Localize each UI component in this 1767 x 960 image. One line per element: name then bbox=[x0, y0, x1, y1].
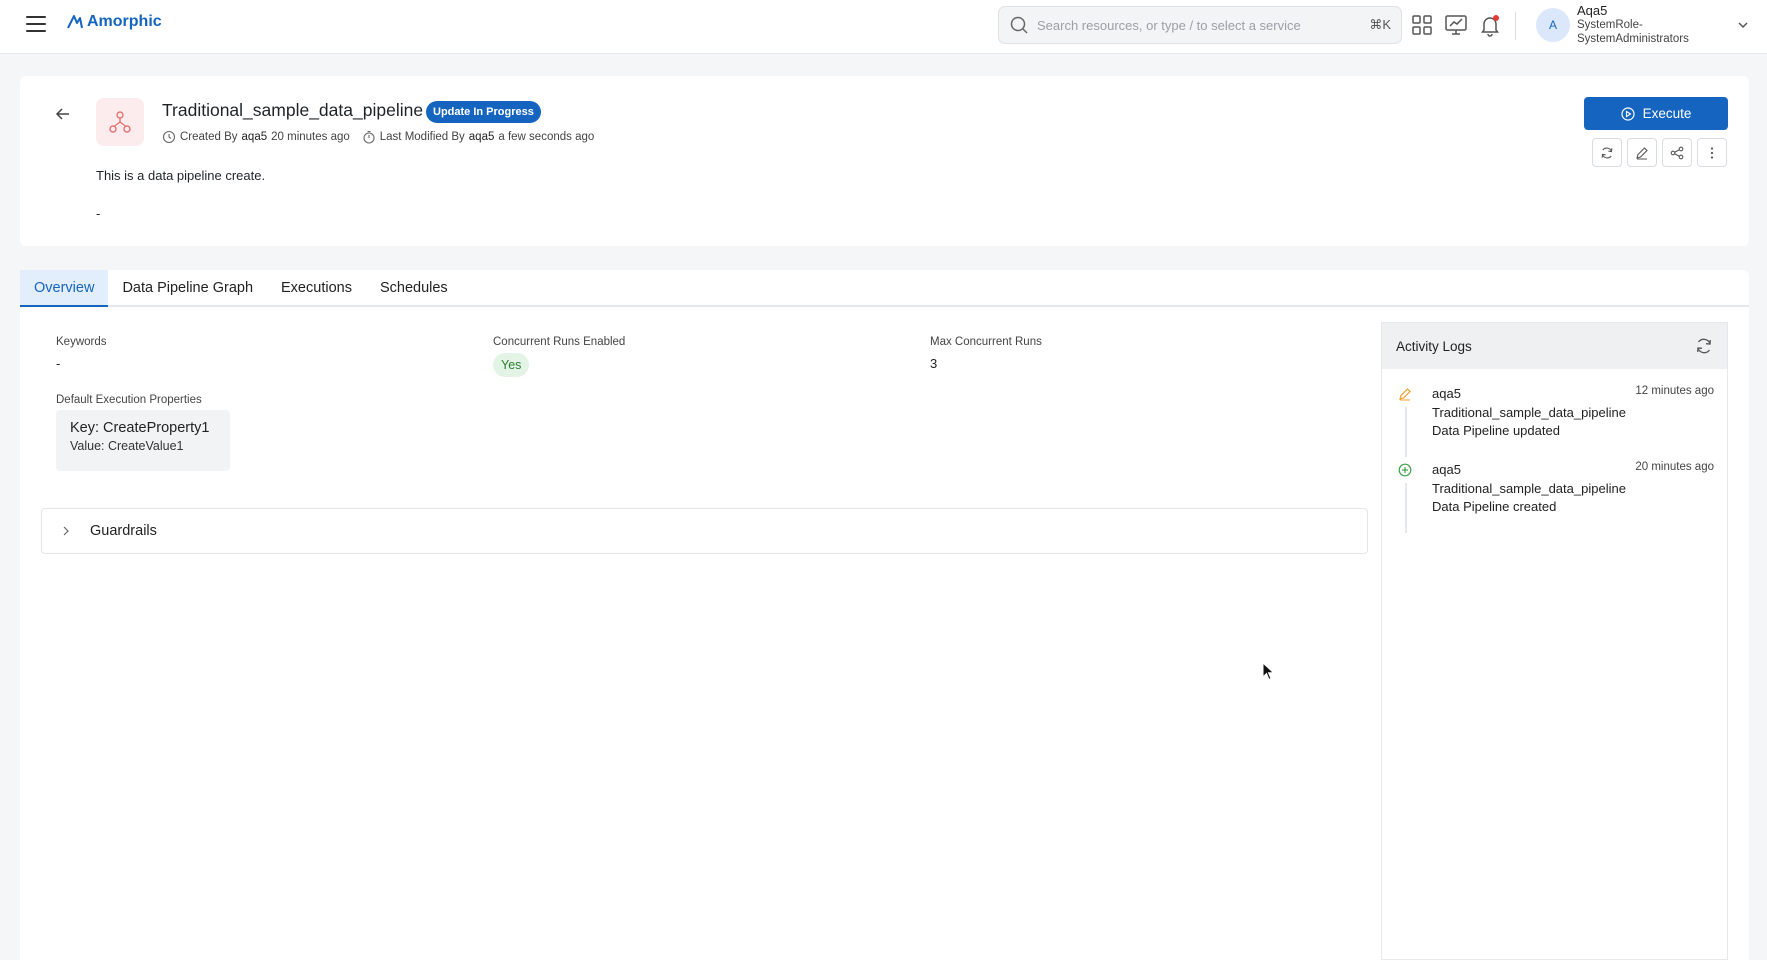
chevron-down-icon[interactable] bbox=[1736, 18, 1750, 32]
clock-icon bbox=[162, 130, 176, 144]
concurrent-runs-value: Yes bbox=[493, 353, 530, 377]
monitor-chart-icon[interactable] bbox=[1444, 13, 1468, 37]
property-value: Value: CreateValue1 bbox=[70, 439, 184, 453]
user-role: SystemRole-SystemAdministrators bbox=[1577, 19, 1689, 45]
max-concurrent-runs-value: 3 bbox=[930, 356, 938, 371]
property-key: Key: CreateProperty1 bbox=[70, 420, 210, 436]
pipeline-header-card: Traditional_sample_data_pipeline Update … bbox=[20, 76, 1749, 246]
keywords-label: Keywords bbox=[56, 336, 107, 348]
status-badge: Update In Progress bbox=[426, 101, 541, 123]
search-input[interactable] bbox=[1037, 17, 1370, 33]
activity-logs-header: Activity Logs bbox=[1382, 323, 1727, 369]
max-concurrent-runs-label: Max Concurrent Runs bbox=[930, 336, 1042, 348]
back-arrow-icon[interactable] bbox=[53, 104, 73, 124]
activity-logs-title: Activity Logs bbox=[1396, 338, 1472, 354]
log-user: aqa5 bbox=[1432, 462, 1461, 477]
more-options-button[interactable] bbox=[1697, 138, 1727, 167]
modified-by-label: Last Modified By bbox=[379, 131, 465, 143]
chevron-right-icon bbox=[63, 526, 69, 536]
log-action: Data Pipeline created bbox=[1432, 499, 1557, 514]
modified-time: a few seconds ago bbox=[498, 131, 595, 143]
share-button[interactable] bbox=[1662, 138, 1692, 167]
divider bbox=[1515, 12, 1516, 40]
user-name: Aqa5 bbox=[1577, 3, 1608, 18]
concurrent-runs-label: Concurrent Runs Enabled bbox=[493, 336, 626, 348]
brand-logo[interactable]: Amorphic bbox=[66, 13, 162, 31]
guardrails-accordion[interactable]: Guardrails bbox=[41, 508, 1368, 554]
tab-overview[interactable]: Overview bbox=[20, 270, 109, 307]
execution-property-card: Key: CreateProperty1 Value: CreateValue1 bbox=[56, 410, 230, 471]
share-icon bbox=[1670, 146, 1684, 159]
more-vertical-icon bbox=[1710, 146, 1714, 159]
created-time: 20 minutes ago bbox=[271, 131, 350, 143]
brand-mark-icon bbox=[67, 15, 83, 29]
user-info[interactable]: Aqa5 SystemRole-SystemAdministrators bbox=[1577, 4, 1697, 46]
edit-button[interactable] bbox=[1627, 138, 1657, 167]
top-navigation-bar: Amorphic ⌘K A Aqa5 SystemRole-SystemAdmi… bbox=[0, 0, 1767, 54]
log-action: Data Pipeline updated bbox=[1432, 423, 1560, 438]
activity-logs-panel: Activity Logs aqa5 Traditional_sample_da… bbox=[1381, 322, 1728, 960]
keywords-value: - bbox=[56, 356, 61, 371]
play-circle-icon bbox=[1621, 106, 1635, 121]
tab-data-pipeline-graph[interactable]: Data Pipeline Graph bbox=[108, 270, 267, 307]
timeline-connector bbox=[1405, 407, 1407, 457]
timer-icon bbox=[363, 130, 375, 144]
tab-executions[interactable]: Executions bbox=[267, 270, 366, 307]
bell-icon[interactable] bbox=[1478, 13, 1502, 37]
pipeline-icon bbox=[96, 98, 144, 146]
avatar[interactable]: A bbox=[1536, 8, 1570, 42]
pipeline-extra-info: - bbox=[96, 206, 101, 221]
pipeline-content-card: Overview Data Pipeline Graph Executions … bbox=[20, 270, 1749, 960]
log-time: 12 minutes ago bbox=[1635, 385, 1714, 397]
refresh-icon[interactable] bbox=[1695, 337, 1713, 355]
refresh-icon bbox=[1601, 147, 1613, 158]
page-title: Traditional_sample_data_pipeline bbox=[162, 100, 424, 120]
pipeline-metadata: Created By aqa5 20 minutes ago Last Modi… bbox=[162, 130, 594, 144]
global-search[interactable]: ⌘K bbox=[998, 6, 1402, 44]
execute-label: Execute bbox=[1642, 106, 1692, 121]
created-by-user: aqa5 bbox=[241, 131, 268, 143]
plus-circle-icon bbox=[1398, 463, 1412, 477]
modified-by-user: aqa5 bbox=[468, 131, 495, 143]
tab-bar: Overview Data Pipeline Graph Executions … bbox=[20, 270, 1749, 307]
edit-icon bbox=[1636, 146, 1648, 159]
log-user: aqa5 bbox=[1432, 386, 1461, 401]
created-by-label: Created By bbox=[180, 131, 238, 143]
timeline-connector bbox=[1405, 483, 1407, 533]
brand-name: Amorphic bbox=[87, 13, 162, 30]
log-resource: Traditional_sample_data_pipeline bbox=[1432, 404, 1626, 420]
pipeline-description: This is a data pipeline create. bbox=[96, 168, 266, 183]
guardrails-label: Guardrails bbox=[90, 523, 157, 539]
apps-grid-icon[interactable] bbox=[1410, 13, 1434, 37]
menu-icon[interactable] bbox=[26, 16, 46, 32]
mouse-cursor-icon bbox=[1262, 662, 1275, 681]
log-time: 20 minutes ago bbox=[1635, 461, 1714, 473]
execution-properties-label: Default Execution Properties bbox=[56, 394, 202, 406]
log-resource: Traditional_sample_data_pipeline bbox=[1432, 480, 1626, 496]
refresh-button[interactable] bbox=[1592, 138, 1622, 167]
search-shortcut: ⌘K bbox=[1369, 17, 1391, 32]
tab-schedules[interactable]: Schedules bbox=[366, 270, 462, 307]
edit-icon bbox=[1399, 388, 1411, 401]
execute-button[interactable]: Execute bbox=[1584, 97, 1728, 130]
search-icon bbox=[1010, 16, 1028, 34]
